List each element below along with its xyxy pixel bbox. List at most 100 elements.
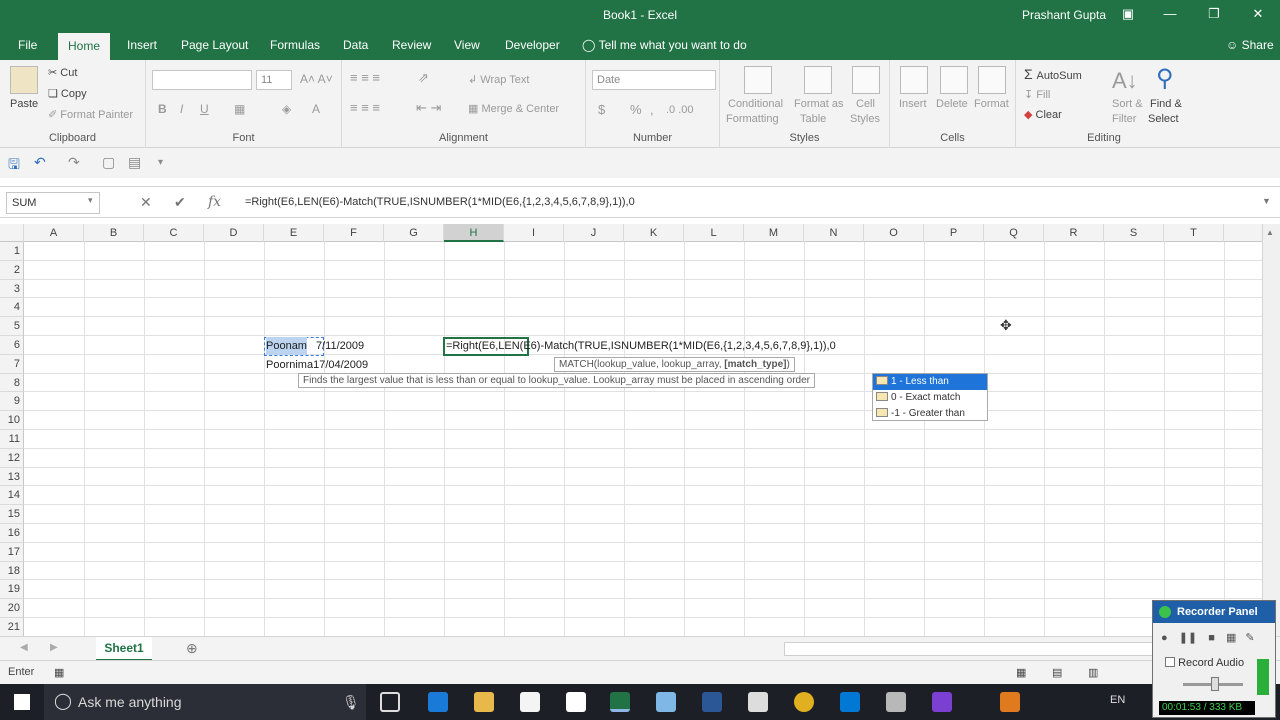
row-header-7[interactable]: 7 bbox=[0, 354, 24, 374]
italic-icon[interactable]: I bbox=[180, 102, 183, 116]
wrap-text-button[interactable]: ↲ Wrap Text bbox=[468, 73, 529, 86]
select-all-corner[interactable] bbox=[0, 224, 24, 242]
row-header-16[interactable]: 16 bbox=[0, 524, 24, 543]
row-header-8[interactable]: 8 bbox=[0, 373, 24, 393]
row-header-13[interactable]: 13 bbox=[0, 467, 24, 487]
cell-e6-date[interactable]: 7/11/2009 bbox=[316, 337, 364, 355]
column-header-j[interactable]: J bbox=[564, 224, 624, 242]
column-header-q[interactable]: Q bbox=[984, 224, 1044, 242]
save-icon[interactable]: 🖫 bbox=[8, 154, 20, 178]
record-audio-checkbox[interactable]: Record Audio bbox=[1165, 657, 1244, 669]
font-name-combo[interactable] bbox=[152, 70, 252, 90]
macro-record-icon[interactable]: ▦ bbox=[54, 666, 64, 679]
orientation-icon[interactable]: ⇗ bbox=[418, 70, 429, 86]
row-header-20[interactable]: 20 bbox=[0, 599, 24, 618]
find-select-label-2[interactable]: Select bbox=[1148, 113, 1179, 125]
cancel-icon[interactable]: ✕ bbox=[140, 194, 152, 211]
column-header-f[interactable]: F bbox=[324, 224, 384, 242]
row-header-5[interactable]: 5 bbox=[0, 317, 24, 336]
conditional-formatting-label-2[interactable]: Formatting bbox=[726, 113, 779, 125]
snipping-tool-icon[interactable] bbox=[656, 692, 676, 712]
settings-icon[interactable]: ▦ bbox=[1226, 632, 1236, 644]
normal-view-icon[interactable]: ▦ bbox=[1016, 666, 1026, 679]
column-header-e[interactable]: E bbox=[264, 224, 324, 242]
autosum-button[interactable]: Σ AutoSum bbox=[1024, 66, 1082, 82]
scroll-right-sheet-icon[interactable]: ▶ bbox=[50, 642, 58, 653]
maximize-icon[interactable]: ❐ bbox=[1202, 4, 1226, 24]
share-button[interactable]: ☺ Share bbox=[1226, 30, 1274, 60]
insert-function-icon[interactable]: fx bbox=[208, 194, 221, 210]
minimize-icon[interactable]: — bbox=[1158, 4, 1182, 24]
cell-e7[interactable]: Poornima17/04/2009 bbox=[266, 356, 368, 374]
print-preview-icon[interactable]: ▢ bbox=[102, 154, 115, 171]
grow-font-icon[interactable]: A˄ A˅ bbox=[300, 72, 333, 86]
tab-home[interactable]: Home bbox=[58, 33, 111, 60]
tab-data[interactable]: Data bbox=[333, 30, 378, 60]
format-as-table-label-2[interactable]: Table bbox=[800, 113, 826, 125]
worksheet-grid[interactable]: ABCDEFGHIJKLMNOPQRST 1 2 3 4 5 6 7 8 9 10 11 12 13 14… bbox=[0, 224, 1262, 636]
close-icon[interactable]: ✕ bbox=[1246, 4, 1270, 24]
page-break-view-icon[interactable]: ▥ bbox=[1088, 666, 1098, 679]
vertical-scrollbar[interactable]: ▲ bbox=[1262, 224, 1280, 636]
scroll-left-sheet-icon[interactable]: ◀ bbox=[20, 642, 28, 653]
currency-icon[interactable]: $ bbox=[598, 102, 605, 117]
tab-page-layout[interactable]: Page Layout bbox=[171, 30, 258, 60]
row-header-17[interactable]: 17 bbox=[0, 542, 24, 562]
volume-slider-handle[interactable] bbox=[1211, 677, 1219, 691]
row-header-21[interactable]: 21 bbox=[0, 618, 24, 636]
column-header-i[interactable]: I bbox=[504, 224, 564, 242]
formula-input[interactable]: =Right(E6,LEN(E6)-Match(TRUE,ISNUMBER(1*… bbox=[245, 196, 635, 208]
tray-notification-icon[interactable] bbox=[1000, 692, 1020, 712]
fill-color-icon[interactable]: ◈ bbox=[282, 102, 291, 116]
row-header-14[interactable]: 14 bbox=[0, 486, 24, 506]
name-box[interactable]: SUM bbox=[6, 192, 100, 214]
enter-icon[interactable]: ✔ bbox=[174, 194, 186, 211]
cell-styles-icon[interactable] bbox=[852, 66, 880, 94]
decimal-increase-icon[interactable]: .0 .00 bbox=[666, 104, 694, 116]
paste-button[interactable]: Paste bbox=[10, 98, 38, 110]
row-header-3[interactable]: 3 bbox=[0, 279, 24, 299]
autocomplete-item[interactable]: -1 - Greater than bbox=[873, 406, 987, 422]
task-view-icon[interactable] bbox=[380, 692, 400, 712]
outlook-icon[interactable] bbox=[840, 692, 860, 712]
language-indicator[interactable]: EN bbox=[1110, 694, 1125, 706]
row-header-4[interactable]: 4 bbox=[0, 298, 24, 318]
row-header-1[interactable]: 1 bbox=[0, 242, 24, 261]
row-header-15[interactable]: 15 bbox=[0, 505, 24, 524]
paste-icon[interactable] bbox=[10, 66, 38, 94]
calculator-icon[interactable] bbox=[748, 692, 768, 712]
column-header-c[interactable]: C bbox=[144, 224, 204, 242]
tab-review[interactable]: Review bbox=[382, 30, 441, 60]
find-select-label[interactable]: Find & bbox=[1150, 98, 1182, 110]
tab-insert[interactable]: Insert bbox=[117, 30, 167, 60]
scroll-up-icon[interactable]: ▲ bbox=[1266, 228, 1274, 237]
chrome-icon[interactable] bbox=[794, 692, 814, 712]
format-cells-icon[interactable] bbox=[978, 66, 1006, 94]
column-header-b[interactable]: B bbox=[84, 224, 144, 242]
align-top-icon[interactable]: ≡ ≡ ≡ bbox=[350, 70, 380, 85]
cell-styles-label-2[interactable]: Styles bbox=[850, 113, 880, 125]
format-cells-label[interactable]: Format bbox=[974, 98, 1009, 110]
borders-icon[interactable]: ▦ bbox=[234, 102, 245, 116]
column-header-l[interactable]: L bbox=[684, 224, 744, 242]
row-header-12[interactable]: 12 bbox=[0, 448, 24, 468]
cut-button[interactable]: ✂ Cut bbox=[48, 66, 77, 79]
conditional-formatting-label[interactable]: Conditional bbox=[728, 98, 783, 110]
tab-developer[interactable]: Developer bbox=[495, 30, 570, 60]
column-header-k[interactable]: K bbox=[624, 224, 684, 242]
column-header-o[interactable]: O bbox=[864, 224, 924, 242]
row-header-18[interactable]: 18 bbox=[0, 561, 24, 581]
ribbon-display-options-icon[interactable]: ▣ bbox=[1116, 4, 1140, 24]
conditional-formatting-icon[interactable] bbox=[744, 66, 772, 94]
redo-icon[interactable]: ↷ bbox=[68, 154, 80, 171]
row-header-10[interactable]: 10 bbox=[0, 411, 24, 430]
font-size-combo[interactable]: 11 bbox=[256, 70, 292, 90]
align-left-icon[interactable]: ≡ ≡ ≡ bbox=[350, 100, 380, 115]
file-explorer-icon[interactable] bbox=[474, 692, 494, 712]
indent-icon[interactable]: ⇤ ⇥ bbox=[416, 100, 441, 116]
sort-filter-label-2[interactable]: Filter bbox=[1112, 113, 1136, 125]
column-header-m[interactable]: M bbox=[744, 224, 804, 242]
format-painter-button[interactable]: ✐ Format Painter bbox=[48, 108, 133, 121]
delete-cells-label[interactable]: Delete bbox=[936, 98, 968, 110]
bold-icon[interactable]: B bbox=[158, 102, 167, 116]
